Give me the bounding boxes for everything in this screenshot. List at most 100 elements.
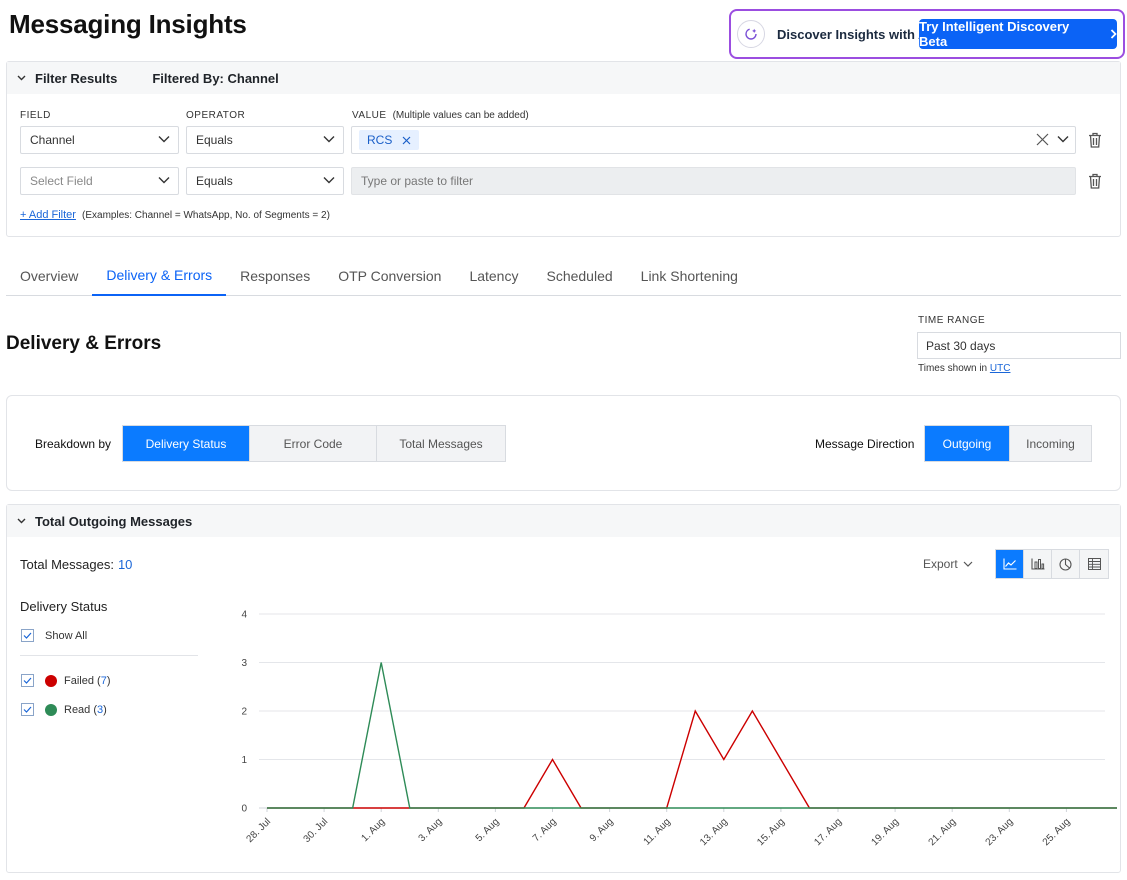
chevron-down-icon: [158, 136, 170, 143]
field-select-placeholder: Select Field: [30, 174, 93, 188]
try-intelligent-discovery-button[interactable]: Try Intelligent Discovery Beta: [919, 19, 1117, 49]
chevron-down-icon[interactable]: [17, 518, 31, 524]
field-select-value: Channel: [30, 133, 75, 147]
operator-column-label: OPERATOR: [186, 110, 246, 121]
tab-otp-conversion[interactable]: OTP Conversion: [324, 256, 455, 296]
x-tick-label: 11. Aug: [642, 816, 673, 847]
show-all-row[interactable]: Show All: [21, 629, 87, 642]
chevron-down-icon: [158, 177, 170, 184]
trash-icon[interactable]: [1088, 132, 1102, 148]
x-tick-label: 19. Aug: [869, 816, 901, 848]
breakdown-option-total-messages[interactable]: Total Messages: [377, 426, 505, 461]
tab-responses[interactable]: Responses: [226, 256, 324, 296]
direction-option-incoming[interactable]: Incoming: [1010, 426, 1091, 461]
tab-delivery-errors[interactable]: Delivery & Errors: [92, 256, 227, 296]
chart-panel-header[interactable]: Total Outgoing Messages: [7, 505, 1120, 537]
x-tick-label: 28. Jul: [245, 816, 274, 845]
x-tick-label: 3. Aug: [417, 816, 445, 844]
read-count: 3: [97, 703, 104, 716]
field-select-empty[interactable]: Select Field: [20, 167, 179, 195]
time-range-value: Past 30 days: [926, 338, 996, 353]
legend-divider: [20, 655, 198, 656]
series-line-read: [267, 662, 1117, 809]
x-tick-label: 9. Aug: [588, 816, 616, 844]
direction-segmented-control: Outgoing Incoming: [924, 425, 1092, 462]
chip-remove-icon[interactable]: [402, 136, 411, 145]
x-tick-label: 7. Aug: [531, 816, 559, 844]
value-chip-label: RCS: [367, 133, 393, 147]
total-messages-value: 10: [117, 557, 133, 572]
filter-panel: Filter Results Filtered By: Channel FIEL…: [6, 61, 1121, 237]
value-multiselect[interactable]: RCS: [351, 126, 1076, 154]
try-intelligent-discovery-label: Try Intelligent Discovery Beta: [919, 19, 1070, 49]
message-direction-label: Message Direction: [815, 437, 915, 451]
x-tick-label: 23. Aug: [984, 816, 1016, 848]
chevron-right-icon: [1110, 29, 1117, 39]
total-messages-label: Total Messages:: [20, 557, 114, 572]
add-filter-examples: (Examples: Channel = WhatsApp, No. of Se…: [82, 210, 330, 221]
breakdown-segmented-control: Delivery Status Error Code Total Message…: [122, 425, 506, 462]
tab-scheduled[interactable]: Scheduled: [532, 256, 626, 296]
breakdown-option-delivery-status[interactable]: Delivery Status: [123, 426, 250, 461]
bar-chart-icon[interactable]: [1024, 550, 1052, 578]
x-tick-label: 25. Aug: [1041, 816, 1073, 848]
tab-overview[interactable]: Overview: [6, 256, 92, 296]
table-icon[interactable]: [1080, 550, 1108, 578]
x-tick-label: 30. Jul: [302, 816, 331, 845]
filter-panel-header[interactable]: Filter Results Filtered By: Channel: [7, 62, 1120, 94]
tab-latency[interactable]: Latency: [455, 256, 532, 296]
failed-color-dot: [45, 674, 57, 687]
field-select[interactable]: Channel: [20, 126, 179, 154]
show-all-checkbox[interactable]: [21, 629, 34, 642]
breakdown-option-error-code[interactable]: Error Code: [250, 426, 377, 461]
operator-select-2-value: Equals: [196, 174, 233, 188]
trash-icon[interactable]: [1088, 173, 1102, 189]
delivery-status-line-chart: 0 1 2 3 4 28. Jul 30. Jul 1. Aug 3. Aug 5. Aug 7. …: [241, 610, 1117, 848]
failed-count: 7: [100, 674, 107, 687]
export-dropdown[interactable]: Export: [923, 557, 973, 571]
utc-link[interactable]: UTC: [990, 363, 1011, 374]
tab-link-shortening[interactable]: Link Shortening: [627, 256, 752, 296]
direction-option-outgoing[interactable]: Outgoing: [925, 426, 1010, 461]
clear-icon[interactable]: [1036, 133, 1049, 146]
value-chip: RCS: [359, 130, 420, 150]
value-input[interactable]: Type or paste to filter: [351, 167, 1076, 195]
y-tick-label: 4: [241, 610, 247, 621]
operator-select-value: Equals: [196, 133, 233, 147]
legend-item-failed[interactable]: Failed (7): [21, 674, 111, 687]
check-icon: [23, 677, 32, 684]
y-tick-label: 0: [241, 804, 247, 815]
ai-discovery-banner: Discover Insights with AI Try Intelligen…: [729, 9, 1125, 59]
show-all-label: Show All: [45, 629, 88, 642]
sparkle-icon: [737, 20, 765, 48]
chevron-down-icon: [323, 136, 335, 143]
ai-banner-text: Discover Insights with AI: [777, 26, 932, 42]
x-tick-label: 5. Aug: [474, 816, 502, 844]
chevron-down-icon[interactable]: [17, 75, 31, 81]
x-tick-label: 15. Aug: [755, 816, 787, 848]
failed-label: Failed: [64, 674, 94, 687]
value-input-placeholder: Type or paste to filter: [361, 174, 474, 188]
operator-select-2[interactable]: Equals: [186, 167, 344, 195]
total-messages: Total Messages: 10: [20, 557, 132, 572]
value-column-label: VALUE (Multiple values can be added): [352, 110, 529, 121]
time-range-select[interactable]: Past 30 days: [917, 332, 1121, 359]
pie-chart-icon[interactable]: [1052, 550, 1080, 578]
x-tick-label: 17. Aug: [812, 816, 844, 848]
delivery-status-legend-title: Delivery Status: [20, 599, 108, 614]
chart-panel-title: Total Outgoing Messages: [35, 513, 193, 529]
total-outgoing-panel: Total Outgoing Messages Total Messages: 1…: [6, 504, 1121, 873]
operator-select[interactable]: Equals: [186, 126, 344, 154]
legend-item-read[interactable]: Read (3): [21, 703, 107, 716]
read-color-dot: [45, 703, 57, 716]
line-chart-icon[interactable]: [996, 550, 1024, 578]
read-checkbox[interactable]: [21, 703, 34, 716]
add-filter-link[interactable]: + Add Filter: [20, 209, 76, 221]
breakdown-panel: Breakdown by Delivery Status Error Code …: [6, 395, 1121, 491]
chevron-down-icon[interactable]: [1057, 135, 1069, 143]
filter-results-title: Filter Results: [35, 70, 118, 86]
x-tick-label: 21. Aug: [927, 816, 959, 848]
value-hint: (Multiple values can be added): [392, 110, 529, 121]
failed-checkbox[interactable]: [21, 674, 34, 687]
field-column-label: FIELD: [20, 110, 51, 121]
